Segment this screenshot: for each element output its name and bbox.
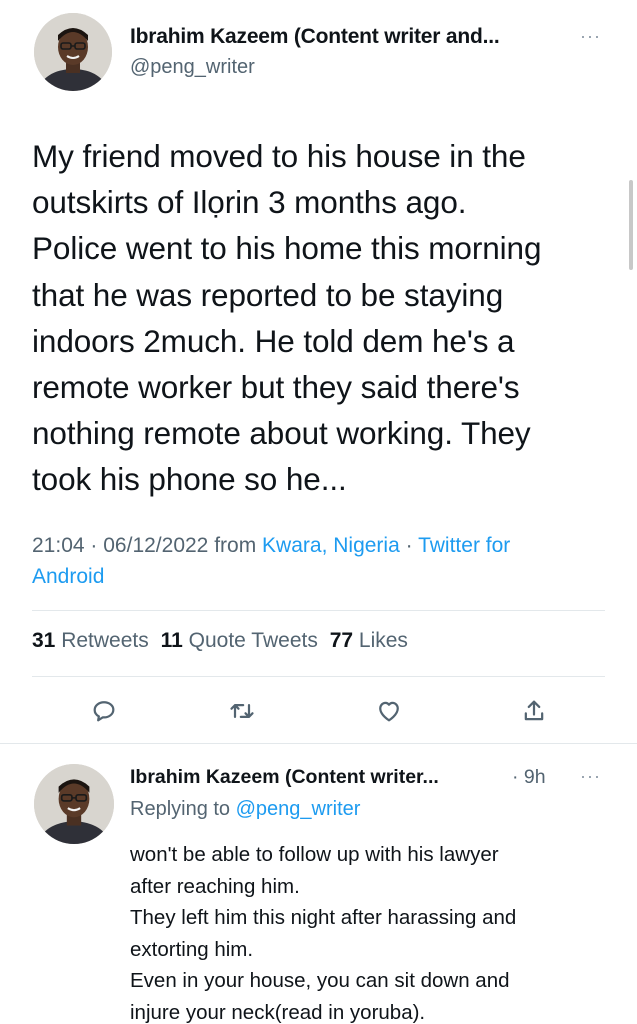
- retweet-button[interactable]: [225, 694, 259, 728]
- more-icon[interactable]: ···: [580, 26, 601, 47]
- divider: [32, 610, 605, 611]
- tweet-time[interactable]: 21:04: [32, 534, 85, 557]
- retweets-stat[interactable]: 31 Retweets: [32, 629, 149, 652]
- reply-time[interactable]: · 9h: [512, 766, 546, 789]
- author-name[interactable]: Ibrahim Kazeem (Content writer and...: [130, 25, 500, 49]
- author-handle[interactable]: @peng_writer: [130, 56, 255, 79]
- tweet-text-line: took his phone so he...: [32, 461, 347, 498]
- share-icon: [524, 700, 544, 721]
- share-button[interactable]: [517, 694, 551, 728]
- quote-tweets-stat[interactable]: 11 Quote Tweets: [161, 629, 318, 652]
- reply-button[interactable]: [87, 694, 121, 728]
- reply-text-line: Even in your house, you can sit down and: [130, 969, 510, 992]
- more-icon[interactable]: ···: [580, 766, 601, 787]
- avatar[interactable]: [34, 13, 112, 91]
- tweet-text-line: indoors 2much. He told dem he's a: [32, 322, 515, 359]
- tweet-text-line: that he was reported to be staying: [32, 276, 504, 313]
- tweet-actions: [0, 694, 637, 730]
- main-tweet: Ibrahim Kazeem (Content writer and... @p…: [0, 0, 637, 744]
- reply-text-line: won't be able to follow up with his lawy…: [130, 843, 499, 866]
- likes-label: Likes: [358, 629, 408, 652]
- tweet-meta: 21:04 · 06/12/2022 from Kwara, Nigeria ·…: [32, 530, 622, 592]
- avatar-image: [34, 13, 112, 91]
- likes-stat[interactable]: 77 Likes: [330, 629, 408, 652]
- quotes-label: Quote Tweets: [188, 629, 318, 652]
- reply-text-line: extorting him.: [130, 937, 254, 961]
- retweets-count: 31: [32, 629, 56, 652]
- replying-handle-link[interactable]: @peng_writer: [236, 798, 361, 820]
- retweets-label: Retweets: [61, 629, 149, 652]
- tweet-text: My friend moved to his house in the outs…: [32, 133, 612, 503]
- reply-text-line: after reaching him.: [130, 874, 300, 898]
- divider: [0, 743, 637, 744]
- tweet-text-line: My friend moved to his house in the: [32, 138, 526, 174]
- tweet-text-line: outskirts of Ilọrin 3 months ago.: [32, 184, 467, 221]
- retweet-icon: [230, 704, 254, 718]
- tweet-text-line: nothing remote about working. They: [32, 415, 531, 452]
- meta-separator: ·: [405, 534, 413, 557]
- likes-count: 77: [329, 629, 354, 652]
- tweet-text-line: Police went to his home this morning: [32, 230, 542, 267]
- replying-to: Replying to @peng_writer: [130, 798, 360, 821]
- like-button[interactable]: [372, 694, 406, 728]
- reply-author-name[interactable]: Ibrahim Kazeem (Content writer...: [130, 766, 439, 789]
- replying-prefix: Replying to: [130, 798, 231, 820]
- divider: [32, 676, 605, 677]
- tweet-text-line: remote worker but they said there's: [32, 369, 520, 406]
- reply-tweet[interactable]: Ibrahim Kazeem (Content writer... · 9h ·…: [0, 746, 637, 1024]
- reply-text: won't be able to follow up with his lawy…: [130, 839, 620, 1024]
- reply-text-line: injure your neck(read in yoruba).: [130, 1000, 426, 1024]
- quotes-count: 11: [160, 629, 183, 652]
- reply-text-line: They left him this night after harassing…: [130, 906, 517, 929]
- reply-icon: [93, 701, 115, 722]
- heart-icon: [379, 701, 399, 722]
- source-line: Twitter for: [418, 534, 511, 557]
- from-label: from: [214, 534, 257, 557]
- source-line: Android: [32, 565, 105, 588]
- avatar[interactable]: [34, 764, 114, 844]
- tweet-date[interactable]: 06/12/2022: [103, 534, 208, 557]
- avatar-image: [34, 764, 114, 844]
- engagement-stats: 31 Retweets 11 Quote Tweets 77 Likes: [32, 629, 414, 653]
- meta-separator: ·: [90, 534, 98, 557]
- location-link[interactable]: Kwara, Nigeria: [262, 534, 400, 557]
